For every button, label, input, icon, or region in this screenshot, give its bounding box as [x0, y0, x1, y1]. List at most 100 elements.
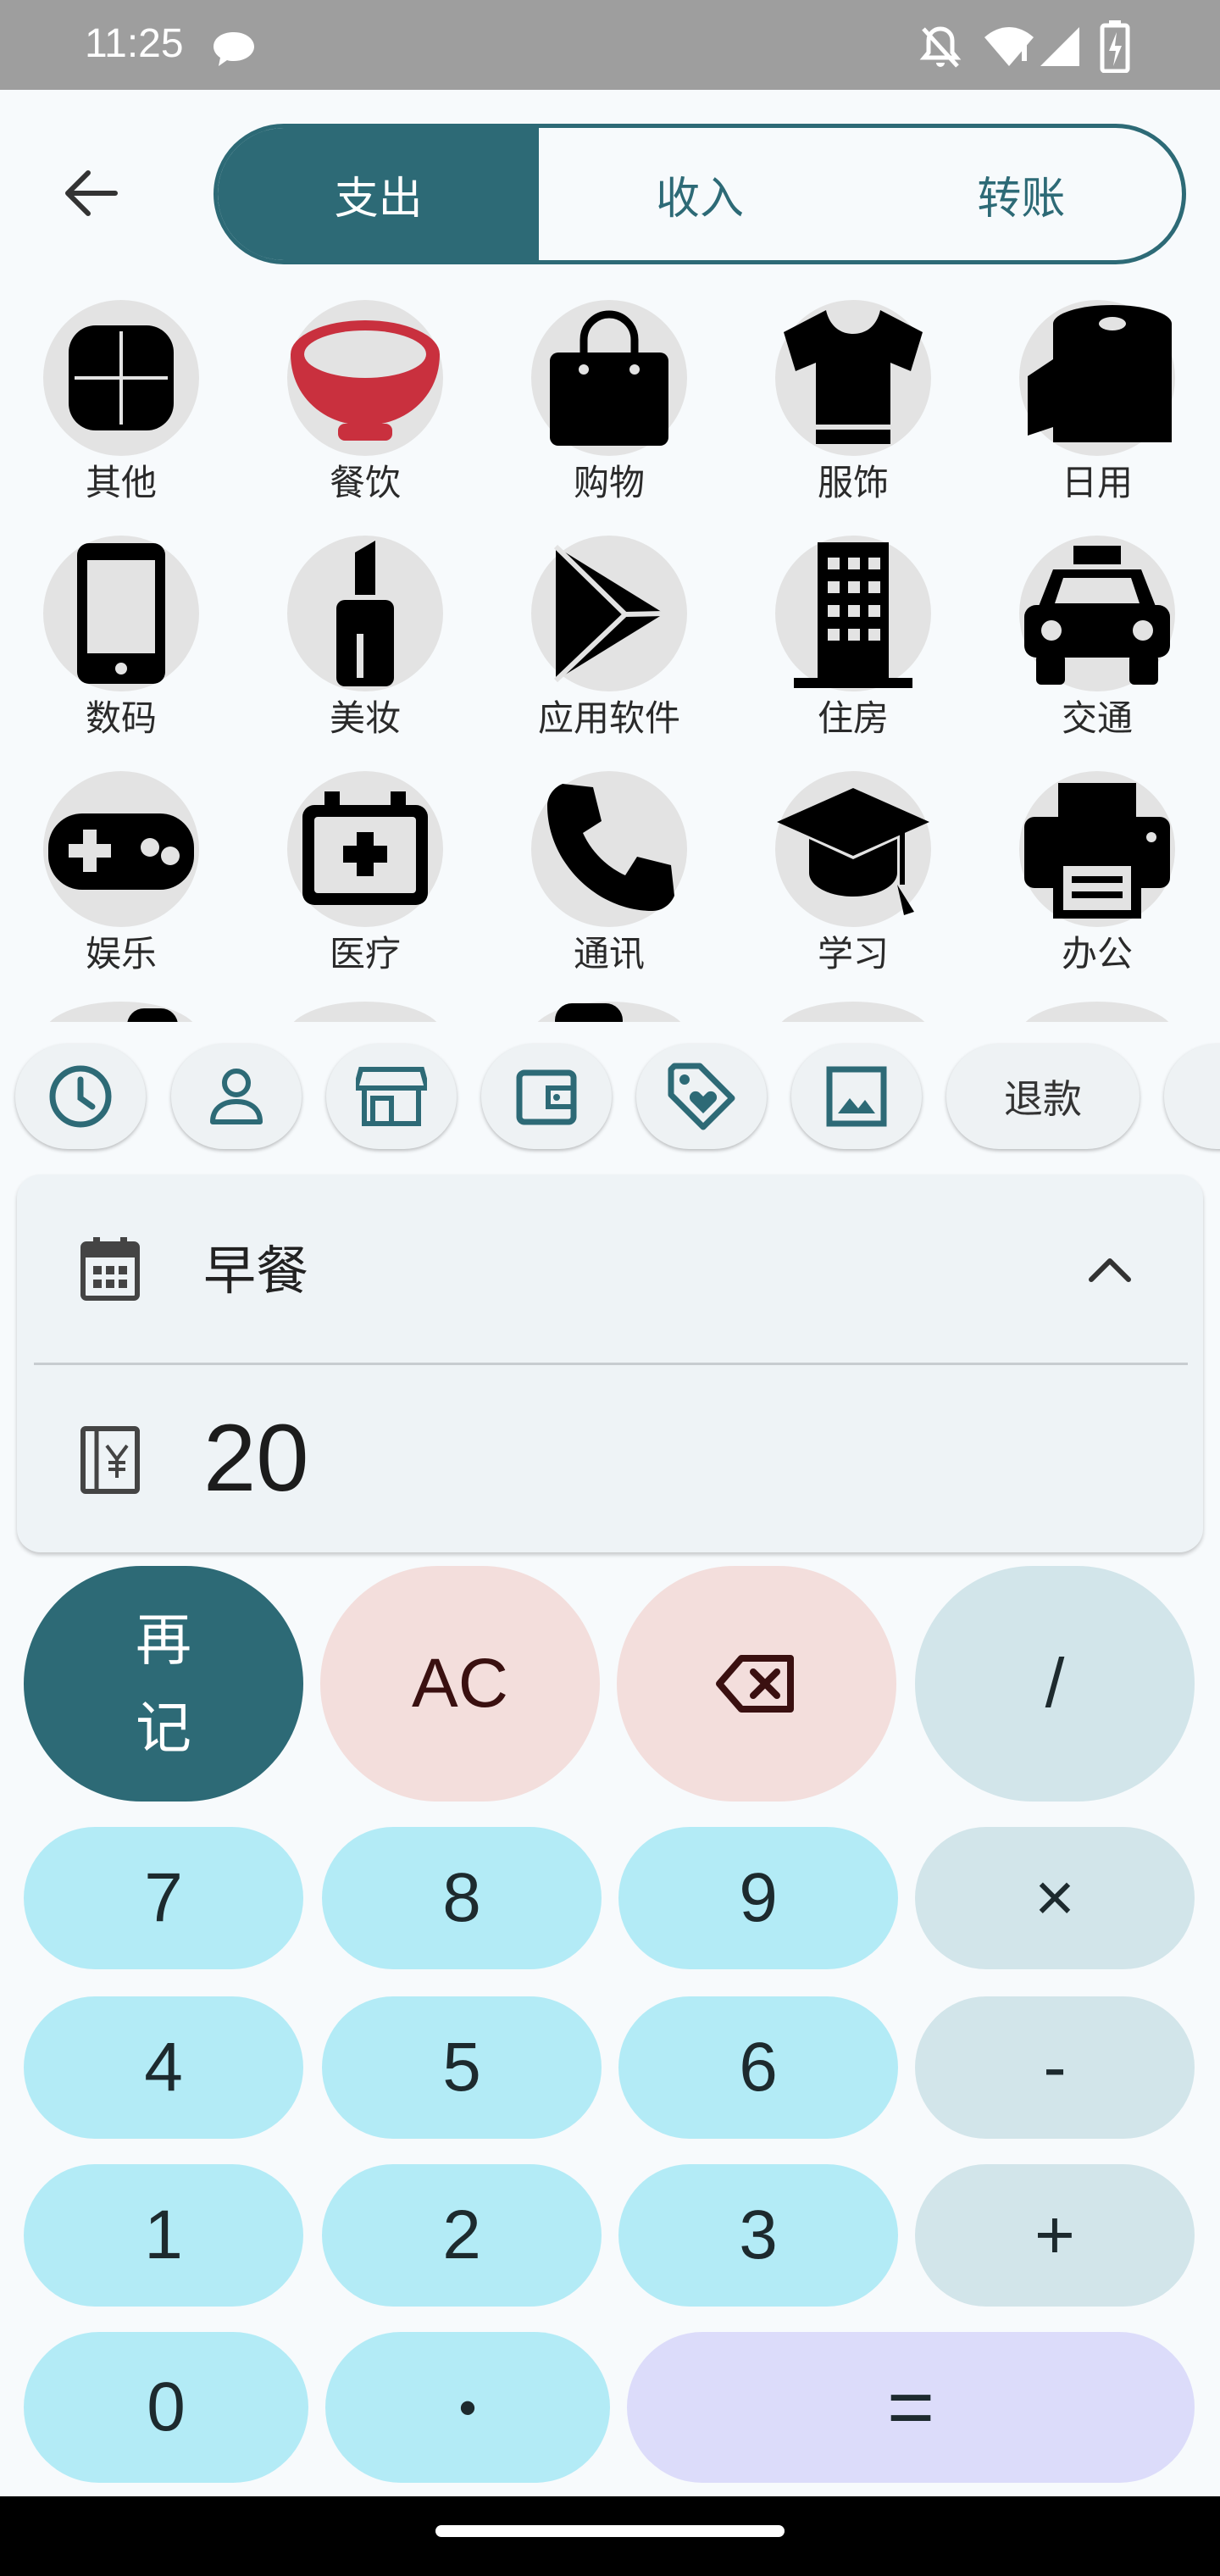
category-label: 住房: [817, 697, 889, 739]
category-label: 购物: [573, 462, 645, 503]
key-2[interactable]: 2: [322, 2164, 602, 2307]
clock-icon: [49, 1065, 112, 1128]
paper-roll-icon: [1028, 305, 1172, 442]
multiply-button[interactable]: ×: [915, 1827, 1195, 1969]
image-icon: [826, 1066, 887, 1127]
category-shopping[interactable]: 购物: [529, 300, 690, 505]
yuan-book-icon: [80, 1426, 140, 1494]
category-dining[interactable]: 餐饮: [285, 300, 446, 505]
mute-icon: [919, 26, 962, 68]
category-label: 通讯: [573, 933, 645, 974]
plus-button[interactable]: +: [915, 2164, 1195, 2307]
category-label: 娱乐: [85, 933, 157, 974]
key-9[interactable]: 9: [618, 1827, 898, 1969]
category-label: 服饰: [817, 462, 889, 503]
store-icon: [356, 1067, 427, 1126]
category-label: 其他: [85, 462, 157, 503]
person-icon: [210, 1069, 263, 1124]
gamepad-icon: [48, 813, 194, 890]
medical-kit-icon: [302, 791, 428, 905]
category-clothing[interactable]: 服饰: [773, 300, 934, 505]
card-divider: [34, 1363, 1188, 1365]
home-indicator[interactable]: [435, 2525, 785, 2537]
chip-time[interactable]: [15, 1044, 146, 1149]
taxi-icon: [1024, 546, 1170, 685]
chevron-up-icon[interactable]: [1086, 1252, 1134, 1286]
category-label: 医疗: [329, 933, 401, 974]
printer-icon: [1024, 783, 1170, 919]
wallet-icon: [516, 1069, 577, 1125]
tab-expense[interactable]: 支出: [218, 128, 540, 260]
minus-button[interactable]: -: [915, 1996, 1195, 2139]
category-label: 学习: [817, 933, 889, 974]
chip-row: 退款: [0, 1035, 1220, 1163]
category-study[interactable]: 学习: [773, 771, 934, 976]
phone-icon: [77, 543, 165, 684]
clover-icon: [69, 325, 174, 430]
building-icon: [794, 542, 912, 688]
category-label: 数码: [85, 697, 157, 739]
category-grid: 其他 餐饮 购物 服饰 日用 数码 美妆 应用软件 住房 交通 娱乐 医疗 通讯…: [0, 293, 1220, 1022]
category-other[interactable]: 其他: [41, 300, 202, 505]
category-beauty[interactable]: 美妆: [285, 536, 446, 741]
backspace-button[interactable]: [617, 1566, 896, 1802]
battery-charging-icon: [1100, 20, 1130, 73]
category-entertainment[interactable]: 娱乐: [41, 771, 202, 976]
category-label: 办公: [1061, 933, 1133, 974]
key-dot[interactable]: •: [325, 2332, 610, 2483]
category-medical[interactable]: 医疗: [285, 771, 446, 976]
chip-refund[interactable]: 退款: [946, 1044, 1140, 1149]
category-label: 应用软件: [537, 697, 680, 739]
category-daily[interactable]: 日用: [1017, 300, 1178, 505]
clear-button[interactable]: AC: [320, 1566, 600, 1802]
category-label: 餐饮: [329, 462, 401, 503]
note-input[interactable]: 早餐: [203, 1239, 308, 1303]
key-6[interactable]: 6: [618, 1996, 898, 2139]
tab-transfer[interactable]: 转账: [861, 128, 1182, 260]
category-housing[interactable]: 住房: [773, 536, 934, 741]
category-label: 美妆: [329, 697, 401, 739]
graduation-cap-icon: [777, 788, 929, 915]
play-store-icon: [553, 544, 665, 683]
navigation-bar: [0, 2496, 1220, 2576]
category-label: 日用: [1061, 462, 1133, 503]
key-3[interactable]: 3: [618, 2164, 898, 2307]
telephone-icon: [547, 784, 674, 911]
category-digital[interactable]: 数码: [41, 536, 202, 741]
shopping-bag-icon: [550, 310, 668, 446]
category-row-peek: [0, 1002, 1220, 1022]
key-0[interactable]: 0: [24, 2332, 308, 2483]
tag-heart-icon: [668, 1063, 735, 1130]
key-8[interactable]: 8: [322, 1827, 602, 1969]
category-telecom[interactable]: 通讯: [529, 771, 690, 976]
chip-store[interactable]: [326, 1044, 457, 1149]
wifi-icon: [984, 27, 1034, 66]
category-transport[interactable]: 交通: [1017, 536, 1178, 741]
backspace-icon: [716, 1655, 794, 1713]
category-label: 交通: [1061, 697, 1133, 739]
arrow-left-icon[interactable]: [59, 166, 120, 220]
save-again-button[interactable]: 再 记: [24, 1566, 303, 1802]
tab-income[interactable]: 收入: [539, 128, 860, 260]
chip-more[interactable]: [1164, 1044, 1220, 1149]
key-4[interactable]: 4: [24, 1996, 303, 2139]
amount-display: 20: [203, 1405, 309, 1511]
category-office[interactable]: 办公: [1017, 771, 1178, 976]
chat-bubble-icon: [214, 32, 254, 66]
chip-tag[interactable]: [636, 1044, 767, 1149]
category-apps[interactable]: 应用软件: [529, 536, 690, 741]
key-5[interactable]: 5: [322, 1996, 602, 2139]
key-1[interactable]: 1: [24, 2164, 303, 2307]
chip-person[interactable]: [171, 1044, 302, 1149]
key-7[interactable]: 7: [24, 1827, 303, 1969]
type-segmented-control: 支出 收入 转账: [214, 124, 1186, 264]
signal-icon: [1040, 27, 1079, 66]
divide-button[interactable]: /: [915, 1566, 1195, 1802]
chip-wallet[interactable]: [481, 1044, 612, 1149]
equals-button[interactable]: =: [627, 2332, 1195, 2483]
shirt-icon: [784, 310, 923, 444]
status-bar: 11:25: [0, 0, 1220, 90]
calendar-icon: [80, 1237, 140, 1301]
bowl-icon: [291, 320, 440, 441]
chip-image[interactable]: [791, 1044, 922, 1149]
